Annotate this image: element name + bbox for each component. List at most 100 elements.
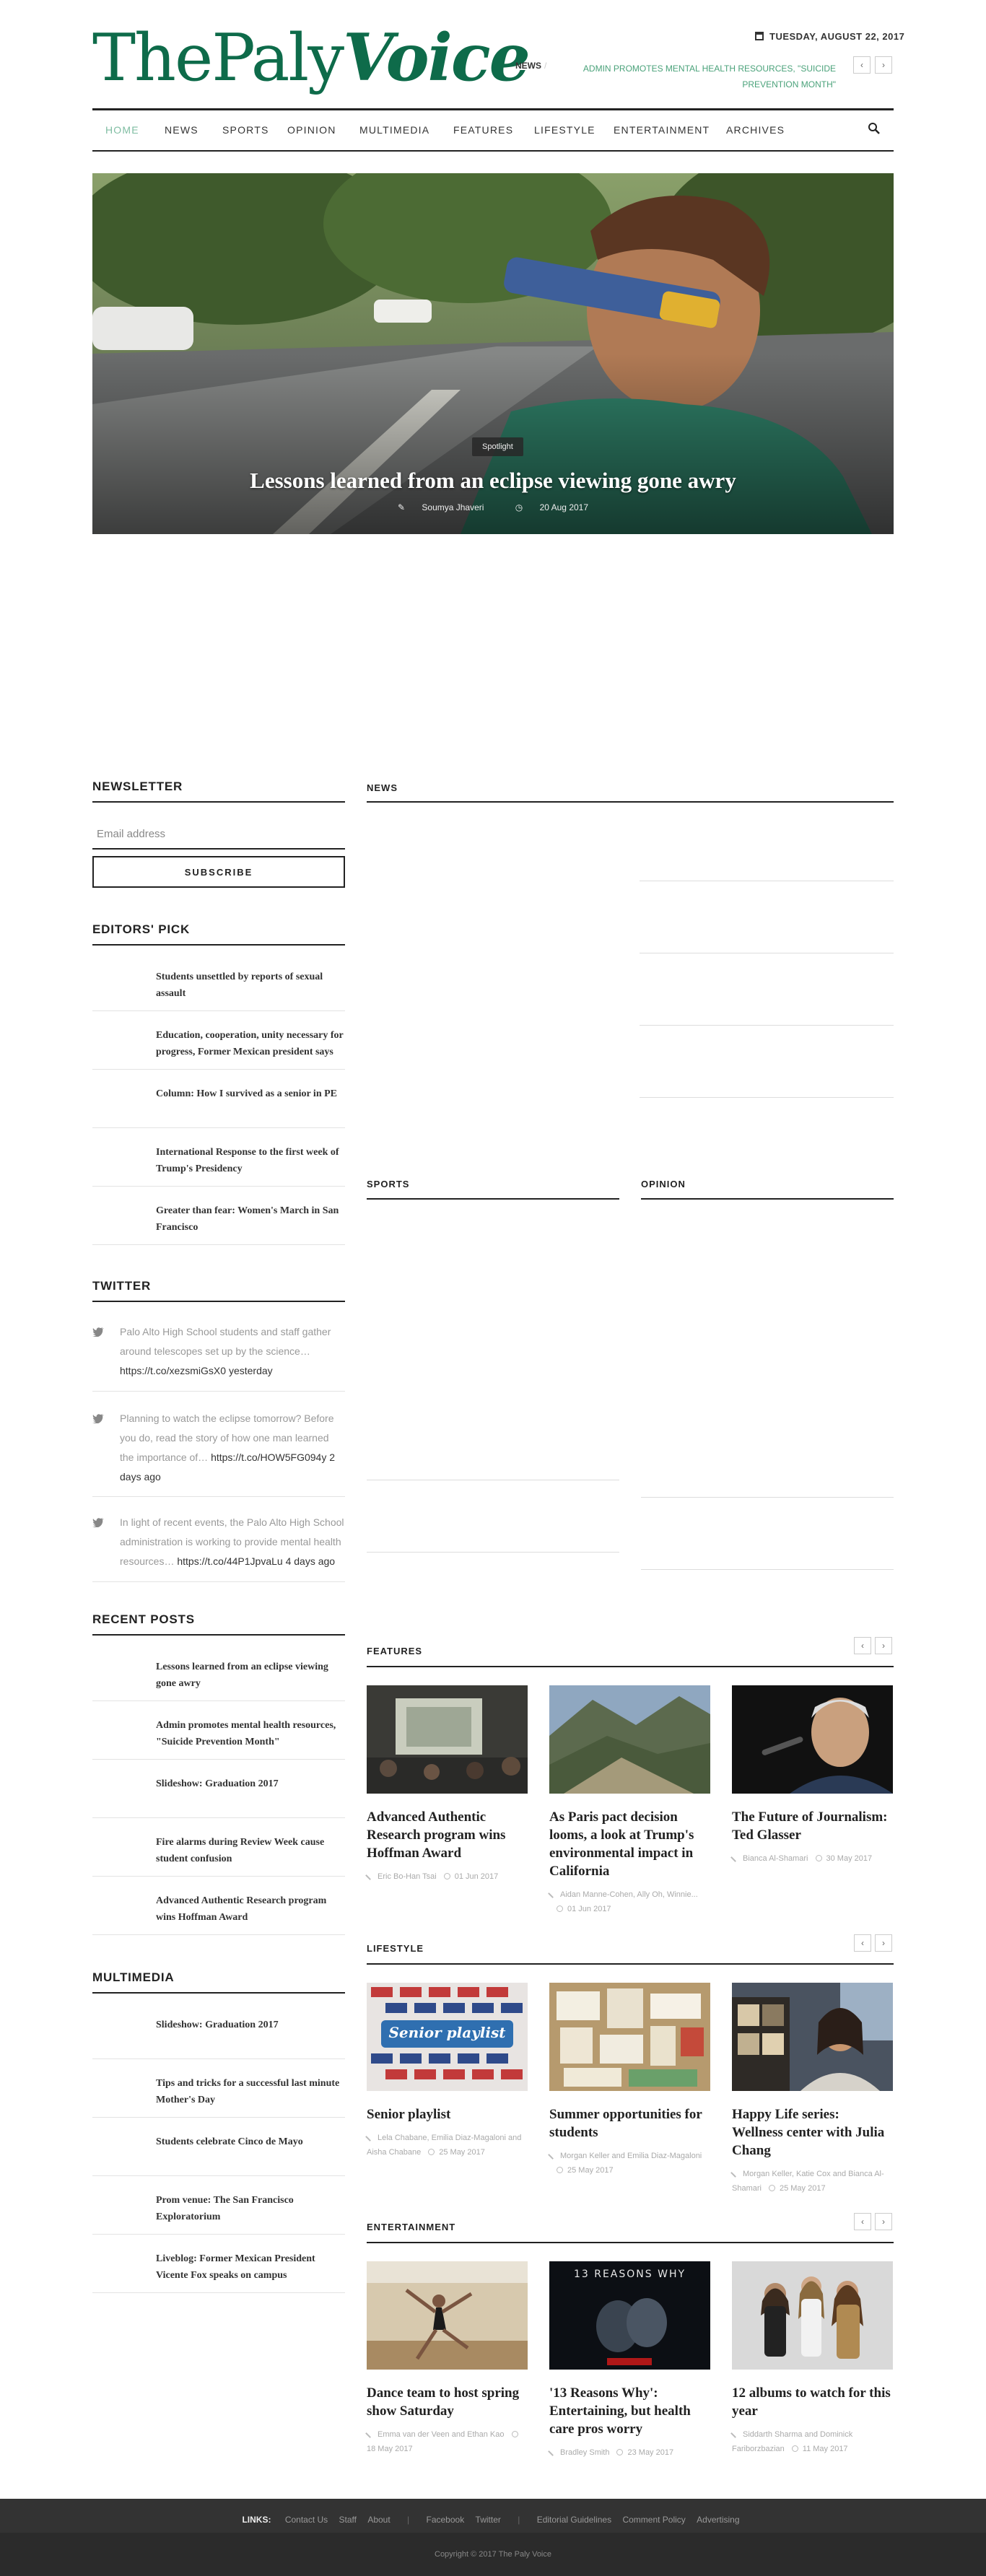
tweet-link[interactable]: https://t.co/xezsmiGsX0 [120,1365,226,1376]
article-card[interactable]: Advanced Authentic Research program wins… [365,1685,528,1884]
article-card[interactable]: Summer opportunities for students Morgan… [548,1983,710,2178]
tweet-link[interactable]: https://t.co/44P1JpvaLu [177,1555,282,1567]
tweet-time[interactable]: yesterday [229,1365,273,1376]
list-item[interactable]: Fire alarms during Review Week cause stu… [92,1818,345,1877]
footer-link-twitter[interactable]: Twitter [476,2515,501,2525]
nav-lifestyle[interactable]: LIFESTYLE [534,124,595,136]
list-item-title[interactable]: Liveblog: Former Mexican President Vicen… [156,2250,345,2284]
list-item[interactable]: Tips and tricks for a successful last mi… [92,2059,345,2118]
list-item[interactable]: Column: How I survived as a senior in PE [92,1070,345,1128]
article-title[interactable]: Dance team to host spring show Saturday [367,2384,528,2420]
footer-link-editorial[interactable]: Editorial Guidelines [537,2515,611,2525]
list-item-title[interactable]: Tips and tricks for a successful last mi… [156,2075,345,2108]
site-logo[interactable]: ThePalyVoice [92,22,531,95]
hero-author[interactable]: Soumya Jhaveri [422,502,484,512]
article-title[interactable]: Senior playlist [367,2105,528,2123]
nav-archives[interactable]: ARCHIVES [726,124,785,136]
article-card[interactable]: 13 REASONS WHY '13 Reasons Why': Enterta… [548,2261,710,2460]
search-icon[interactable] [868,122,881,135]
features-prev-button[interactable]: ‹ [854,1637,871,1654]
article-card[interactable]: Happy Life series: Wellness center with … [730,1983,893,2196]
lifestyle-prev-button[interactable]: ‹ [854,1934,871,1952]
article-image[interactable] [732,2261,893,2370]
entertainment-section-heading[interactable]: ENTERTAINMENT [367,2222,455,2232]
nav-multimedia[interactable]: MULTIMEDIA [359,124,429,136]
list-item-title[interactable]: Admin promotes mental health resources, … [156,1717,345,1750]
list-item-title[interactable]: Education, cooperation, unity necessary … [156,1027,345,1060]
article-image[interactable] [367,1685,528,1794]
tweet-link[interactable]: https://t.co/HOW5FG094y [211,1451,326,1463]
list-item-title[interactable]: International Response to the first week… [156,1144,345,1177]
article-card[interactable]: 12 albums to watch for this year Siddart… [730,2261,893,2456]
article-author[interactable]: Morgan Keller and Emilia Diaz-Magaloni [560,2152,702,2160]
list-item[interactable]: Slideshow: Graduation 2017 [92,2001,345,2059]
list-item[interactable]: Greater than fear: Women's March in San … [92,1187,345,1245]
list-item-title[interactable]: Advanced Authentic Research program wins… [156,1892,345,1926]
list-item[interactable]: Prom venue: The San Francisco Explorator… [92,2176,345,2235]
article-image[interactable] [367,2261,528,2370]
article-title[interactable]: 12 albums to watch for this year [732,2384,893,2420]
article-title[interactable]: Happy Life series: Wellness center with … [732,2105,893,2160]
footer-link-facebook[interactable]: Facebook [427,2515,465,2525]
entertainment-prev-button[interactable]: ‹ [854,2213,871,2230]
opinion-section-heading[interactable]: OPINION [641,1179,686,1189]
list-item-title[interactable]: Prom venue: The San Francisco Explorator… [156,2192,345,2225]
hero-featured-story[interactable]: Spotlight Lessons learned from an eclips… [92,173,894,534]
entertainment-next-button[interactable]: › [875,2213,892,2230]
nav-news[interactable]: NEWS [165,124,198,136]
article-image[interactable] [732,1685,893,1794]
list-item-title[interactable]: Slideshow: Graduation 2017 [156,2017,345,2033]
nav-home[interactable]: HOME [105,124,139,136]
email-field[interactable] [92,819,345,850]
list-item[interactable]: Advanced Authentic Research program wins… [92,1877,345,1935]
ticker-prev-button[interactable]: ‹ [853,56,871,74]
article-image[interactable] [549,1685,710,1794]
footer-link-comment-policy[interactable]: Comment Policy [622,2515,685,2525]
article-title[interactable]: The Future of Journalism: Ted Glasser [732,1808,893,1844]
hero-title[interactable]: Lessons learned from an eclipse viewing … [92,468,894,494]
nav-opinion[interactable]: OPINION [287,124,336,136]
features-section-heading[interactable]: FEATURES [367,1646,422,1656]
article-title[interactable]: Advanced Authentic Research program wins… [367,1808,528,1862]
hero-category-tag[interactable]: Spotlight [472,437,523,456]
article-card[interactable]: The Future of Journalism: Ted Glasser Bi… [730,1685,893,1866]
list-item[interactable]: Education, cooperation, unity necessary … [92,1011,345,1070]
article-image[interactable]: 13 REASONS WHY [549,2261,710,2370]
article-author[interactable]: Bianca Al-Shamari [743,1854,808,1863]
article-card[interactable]: Dance team to host spring show Saturday … [365,2261,528,2456]
ticker-next-button[interactable]: › [875,56,892,74]
list-item-title[interactable]: Column: How I survived as a senior in PE [156,1086,345,1102]
news-section-heading[interactable]: NEWS [367,782,398,793]
sports-section-heading[interactable]: SPORTS [367,1179,409,1189]
article-author[interactable]: Eric Bo-Han Tsai [378,1872,437,1881]
tweet-time[interactable]: 4 days ago [286,1555,336,1567]
list-item[interactable]: Students celebrate Cinco de Mayo [92,2118,345,2176]
list-item-title[interactable]: Greater than fear: Women's March in San … [156,1202,345,1236]
subscribe-button[interactable]: SUBSCRIBE [92,856,345,888]
features-next-button[interactable]: › [875,1637,892,1654]
list-item-title[interactable]: Fire alarms during Review Week cause stu… [156,1834,345,1867]
article-title[interactable]: As Paris pact decision looms, a look at … [549,1808,710,1880]
list-item-title[interactable]: Lessons learned from an eclipse viewing … [156,1659,345,1692]
footer-link-contact[interactable]: Contact Us [285,2515,328,2525]
footer-link-staff[interactable]: Staff [339,2515,357,2525]
lifestyle-section-heading[interactable]: LIFESTYLE [367,1943,424,1954]
article-image[interactable] [732,1983,893,2091]
list-item[interactable]: Students unsettled by reports of sexual … [92,953,345,1011]
lifestyle-next-button[interactable]: › [875,1934,892,1952]
nav-features[interactable]: FEATURES [453,124,513,136]
list-item-title[interactable]: Students unsettled by reports of sexual … [156,969,345,1002]
list-item[interactable]: Liveblog: Former Mexican President Vicen… [92,2235,345,2293]
nav-entertainment[interactable]: ENTERTAINMENT [614,124,710,136]
article-image[interactable]: Senior playlist [367,1983,528,2091]
article-author[interactable]: Bradley Smith [560,2448,609,2457]
article-author[interactable]: Aidan Manne-Cohen, Ally Oh, Winnie... [560,1890,698,1899]
footer-link-advertising[interactable]: Advertising [697,2515,739,2525]
article-card[interactable]: As Paris pact decision looms, a look at … [548,1685,710,1916]
article-author[interactable]: Emma van der Veen and Ethan Kao [378,2430,505,2439]
article-card[interactable]: Senior playlist Senior playlist Lela Cha… [365,1983,528,2160]
list-item[interactable]: Lessons learned from an eclipse viewing … [92,1643,345,1701]
footer-link-about[interactable]: About [367,2515,390,2525]
article-title[interactable]: Summer opportunities for students [549,2105,710,2141]
list-item[interactable]: Slideshow: Graduation 2017 [92,1760,345,1818]
